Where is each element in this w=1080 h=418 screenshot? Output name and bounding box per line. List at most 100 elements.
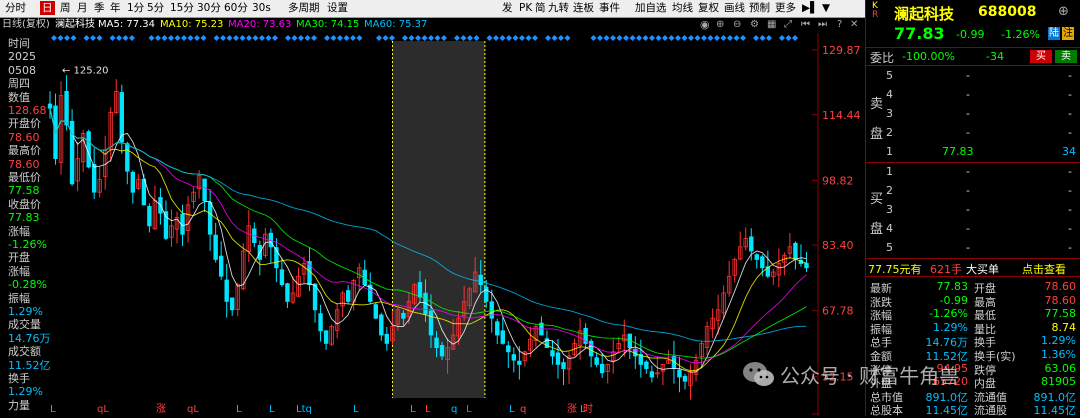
event-marker[interactable] (350, 35, 356, 41)
event-marker[interactable] (129, 35, 135, 41)
toolbar-item[interactable]: 事件 (597, 1, 622, 15)
event-marker[interactable] (487, 35, 493, 41)
event-marker[interactable] (233, 35, 239, 41)
event-marker[interactable] (285, 35, 291, 41)
event-marker[interactable] (188, 35, 194, 41)
event-marker[interactable] (526, 35, 532, 41)
x-marker[interactable]: qL (187, 404, 199, 415)
event-marker[interactable] (71, 35, 77, 41)
event-marker[interactable] (409, 35, 415, 41)
dropdown-icon[interactable]: ▼ (820, 1, 832, 15)
toolbar-item[interactable]: 连板 (571, 1, 596, 15)
event-marker[interactable] (402, 35, 408, 41)
event-marker[interactable] (441, 35, 447, 41)
period-tab[interactable]: 1分 (125, 1, 146, 15)
event-marker[interactable] (792, 35, 798, 41)
x-marker[interactable]: q (451, 404, 457, 415)
event-marker[interactable] (779, 35, 785, 41)
event-marker[interactable] (721, 35, 727, 41)
big-order-link[interactable]: 点击查看 (1022, 261, 1066, 277)
x-marker[interactable]: L (425, 404, 431, 415)
plus-icon[interactable]: ⊕ (716, 18, 724, 32)
close-icon[interactable]: ✕ (850, 18, 858, 32)
event-marker[interactable] (493, 35, 499, 41)
toolbar-item[interactable]: 更多 (773, 1, 798, 15)
x-marker[interactable]: L (353, 404, 359, 415)
event-marker[interactable] (227, 35, 233, 41)
event-marker[interactable] (682, 35, 688, 41)
event-marker[interactable] (168, 35, 174, 41)
next-icon[interactable]: ⏭ (818, 18, 827, 32)
x-marker[interactable]: Ltq (296, 404, 312, 415)
x-marker[interactable]: L (50, 404, 56, 415)
period-tab[interactable]: 30s (250, 1, 273, 15)
event-marker[interactable] (266, 35, 272, 41)
event-marker[interactable] (760, 35, 766, 41)
event-marker[interactable] (324, 35, 330, 41)
period-tab[interactable]: 周 (58, 1, 73, 15)
event-marker[interactable] (643, 35, 649, 41)
event-marker[interactable] (695, 35, 701, 41)
event-marker[interactable] (344, 35, 350, 41)
event-marker[interactable] (292, 35, 298, 41)
event-marker[interactable] (565, 35, 571, 41)
event-marker[interactable] (513, 35, 519, 41)
event-marker[interactable] (506, 35, 512, 41)
event-marker[interactable] (597, 35, 603, 41)
event-marker[interactable] (214, 35, 220, 41)
x-marker[interactable]: 涨 (567, 403, 577, 415)
event-marker[interactable] (240, 35, 246, 41)
event-marker[interactable] (714, 35, 720, 41)
event-marker[interactable] (331, 35, 337, 41)
event-marker[interactable] (701, 35, 707, 41)
x-marker[interactable]: L (509, 404, 515, 415)
event-marker[interactable] (591, 35, 597, 41)
toolbar-item[interactable]: 加自选 (633, 1, 669, 15)
event-marker[interactable] (604, 35, 610, 41)
event-marker[interactable] (201, 35, 207, 41)
event-marker[interactable] (545, 35, 551, 41)
event-marker[interactable] (220, 35, 226, 41)
event-marker[interactable] (298, 35, 304, 41)
event-marker[interactable] (636, 35, 642, 41)
event-marker[interactable] (766, 35, 772, 41)
event-marker[interactable] (246, 35, 252, 41)
toolbar-item[interactable]: PK (517, 1, 534, 15)
event-marker[interactable] (58, 35, 64, 41)
x-marker[interactable]: qL (97, 404, 109, 415)
event-marker[interactable] (90, 35, 96, 41)
search-icon[interactable]: ⊕ (1058, 4, 1069, 19)
kline-chart[interactable]: 129.87114.4498.8283.4067.7852.15← 125.20… (46, 33, 861, 416)
event-marker[interactable] (51, 35, 57, 41)
toolbar-arrow-icon[interactable]: ▶▌ (800, 1, 820, 15)
event-marker[interactable] (688, 35, 694, 41)
event-marker[interactable] (656, 35, 662, 41)
toolbar-item[interactable]: 预制 (747, 1, 772, 15)
x-marker[interactable]: 涨 (156, 403, 166, 415)
event-marker[interactable] (649, 35, 655, 41)
event-marker[interactable] (110, 35, 116, 41)
period-tab[interactable]: 月 (75, 1, 90, 15)
event-marker[interactable] (675, 35, 681, 41)
period-tab[interactable]: 季 (92, 1, 107, 15)
event-marker[interactable] (623, 35, 629, 41)
prev-icon[interactable]: ⏮ (801, 18, 810, 32)
event-marker[interactable] (474, 35, 480, 41)
event-marker[interactable] (383, 35, 389, 41)
event-marker[interactable] (428, 35, 434, 41)
event-marker[interactable] (753, 35, 759, 41)
eye-icon[interactable]: ◉ (700, 18, 710, 32)
event-marker[interactable] (259, 35, 265, 41)
x-marker[interactable]: L (236, 404, 242, 415)
x-marker[interactable]: L (269, 404, 275, 415)
period-tab[interactable]: 日 (40, 1, 55, 15)
event-marker[interactable] (337, 35, 343, 41)
toolbar-item[interactable]: 画线 (722, 1, 747, 15)
period-tab[interactable]: 15分 (168, 1, 196, 15)
period-tab[interactable]: 多周期 (286, 1, 322, 15)
x-marker[interactable]: L (466, 404, 472, 415)
event-marker[interactable] (116, 35, 122, 41)
x-marker[interactable]: L (410, 404, 416, 415)
event-marker[interactable] (311, 35, 317, 41)
event-marker[interactable] (617, 35, 623, 41)
